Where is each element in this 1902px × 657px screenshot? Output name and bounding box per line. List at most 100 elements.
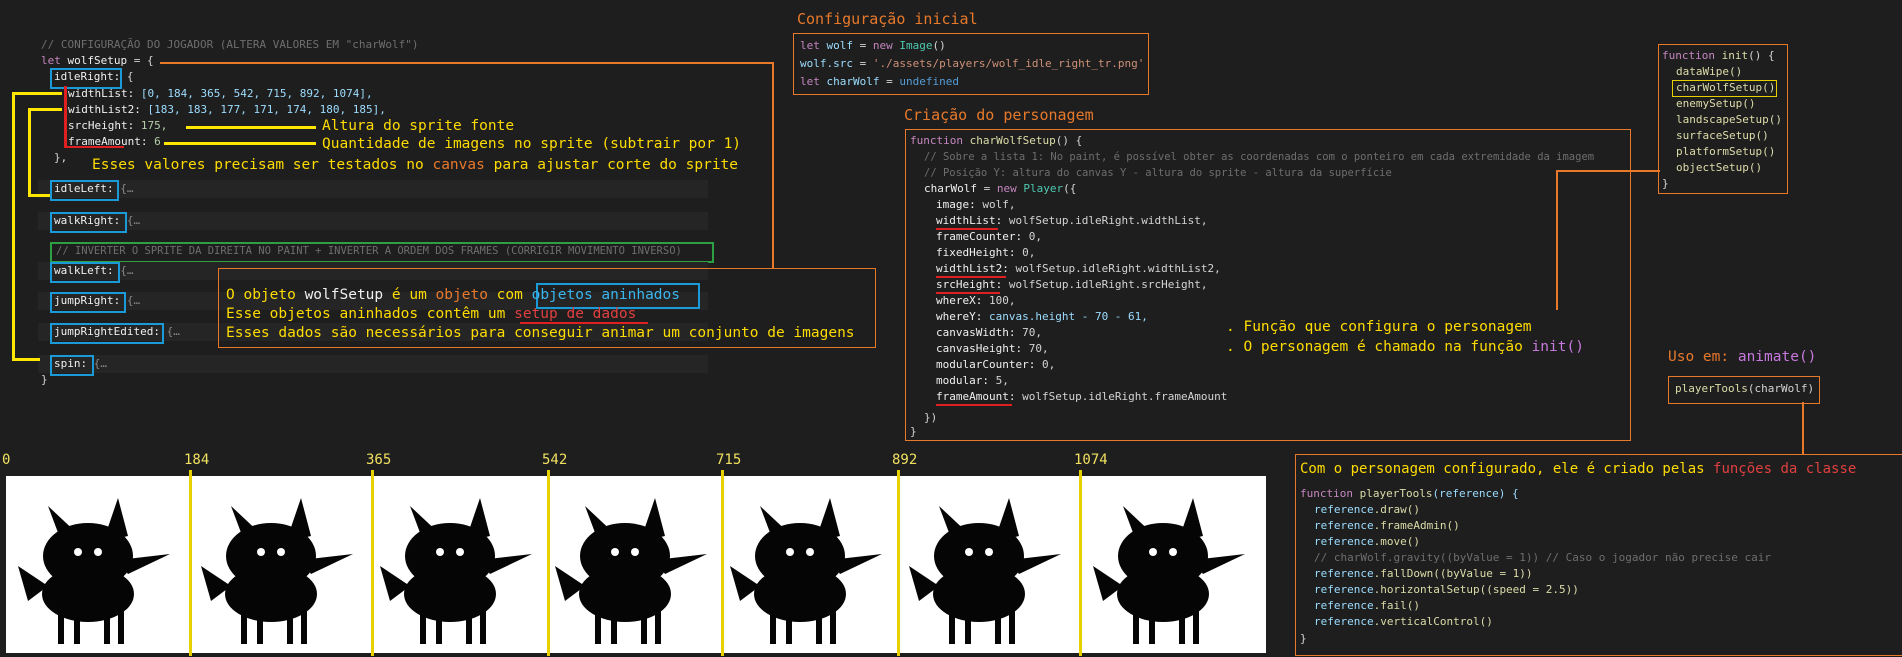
srcheight-note: Altura do sprite fonte	[322, 118, 515, 134]
init-call-item: objectSetup()	[1676, 161, 1763, 174]
init-connector-vertical	[1556, 170, 1558, 310]
sprite-frame-separator	[189, 470, 192, 656]
spin-line: spin: {…	[54, 357, 107, 370]
yellow-bracket-top	[12, 92, 62, 95]
widthlist-red-underline	[936, 228, 998, 230]
init-call-item: dataWipe()	[1676, 65, 1743, 78]
idleright-red-bracket	[64, 86, 67, 148]
player-prop-line: whereY: canvas.height - 70 - 61,	[936, 310, 1148, 323]
idleright-line: idleRight: {	[54, 70, 134, 83]
walkright-fold-toggle[interactable]: {…	[120, 214, 140, 227]
player-prop-line: widthList: wolfSetup.idleRight.widthList…	[936, 214, 1208, 227]
walkleft-fold-toggle[interactable]: {…	[114, 264, 133, 277]
player-prop-line: modular: 5,	[936, 374, 1009, 387]
widthlist-line: widthList: [0, 184, 365, 542, 715, 892, …	[68, 87, 373, 100]
test-values-note: Esses valores precisam ser testados no c…	[92, 157, 739, 173]
player-prop-line: fixedHeight: 0,	[936, 246, 1036, 259]
init-close: }	[1662, 177, 1669, 190]
player-prop-line: widthList2: wolfSetup.idleRight.widthLis…	[936, 262, 1221, 275]
init-call-note: . O personagem é chamado na função init(…	[1226, 339, 1584, 355]
frameamount-arrow	[164, 142, 316, 145]
player-prop-line: whereX: 100,	[936, 294, 1016, 307]
init-connector-horizontal	[1556, 170, 1660, 172]
jumprightedited-line: jumpRightEdited: {…	[54, 325, 180, 338]
sprite-tick-label: 542	[542, 452, 568, 468]
playertools-line: reference.fail()	[1314, 599, 1420, 612]
sprite-frame	[898, 476, 1080, 653]
init-call-item: enemySetup()	[1676, 97, 1756, 110]
playertools-line: reference.draw()	[1314, 503, 1420, 516]
jumpright-fold-toggle[interactable]: {…	[120, 294, 140, 307]
srcheight-red-underline	[936, 292, 1000, 294]
player-prop-line: frameCounter: 0,	[936, 230, 1042, 243]
wolf-silhouette-icon	[201, 498, 353, 644]
charwolfsetup-signature: function charWolfSetup() {	[910, 134, 1083, 147]
yellow-inner-top	[28, 108, 62, 111]
init-call-item: surfaceSetup()	[1676, 129, 1769, 142]
idleleft-row-band	[38, 180, 708, 198]
playertools-line: reference.frameAdmin()	[1314, 519, 1460, 532]
wolfsetup-declaration: let wolfSetup = {	[41, 54, 154, 67]
charwolf-line: let charWolf = undefined	[800, 75, 959, 88]
frameamount-red-underline-2	[936, 404, 1012, 406]
config-comment: // CONFIGURAÇÃO DO JOGADOR (ALTERA VALOR…	[41, 38, 419, 51]
wolf-silhouette-icon	[1093, 498, 1245, 644]
sprite-frame	[548, 476, 722, 653]
connector-vertical	[772, 62, 774, 268]
sprite-tick-label: 715	[716, 452, 742, 468]
object-line-2: Esse objetos aninhados contêm um setup d…	[226, 306, 637, 322]
init-call-item: platformSetup()	[1676, 145, 1776, 158]
spin-fold-toggle[interactable]: {…	[87, 357, 107, 370]
sprite-tick-label: 0	[2, 452, 11, 468]
playertools-call: playerTools(charWolf)	[1675, 382, 1815, 395]
frameamount-red-underline	[64, 146, 124, 148]
wolf-silhouette-icon	[555, 498, 707, 644]
invert-comment: // INVERTER O SPRITE DA DIREITA NO PAINT…	[56, 245, 682, 257]
frameamount-note: Quantidade de imagens no sprite (subtrai…	[322, 136, 742, 152]
idleleft-fold-toggle[interactable]: {…	[114, 182, 133, 195]
wolf-silhouette-icon	[909, 498, 1061, 644]
walkright-line: walkRight: {…	[54, 214, 141, 227]
player-prop-line: canvasWidth: 70,	[936, 326, 1042, 339]
sprite-frame	[1080, 476, 1266, 653]
sprite-frame-separator	[547, 470, 550, 656]
widthlist2-red-underline	[936, 276, 1006, 278]
playertools-line: reference.verticalControl()	[1314, 615, 1493, 628]
class-functions-title: Com o personagem configurado, ele é cria…	[1300, 461, 1857, 477]
sprite-tick-label: 184	[184, 452, 210, 468]
player-instantiation: charWolf = new Player({	[924, 182, 1077, 195]
playertools-line: reference.fallDown((byValue = 1))	[1314, 567, 1533, 580]
yellow-inner-bottom	[28, 194, 50, 197]
init-call-item: landscapeSetup()	[1676, 113, 1782, 126]
object-line-3: Esses dados são necessários para consegu…	[226, 325, 855, 341]
sprite-frame	[6, 476, 190, 653]
idleleft-line: idleLeft: {…	[54, 182, 134, 195]
connector-horizontal	[160, 62, 772, 64]
widthlist2-line: widthList2: [183, 183, 177, 171, 174, 18…	[68, 103, 386, 116]
idleright-close: },	[54, 151, 68, 164]
player-prop-line: srcHeight: wolfSetup.idleRight.srcHeight…	[936, 278, 1208, 291]
sprite-frame-separator	[721, 470, 724, 656]
jumprightedited-fold-toggle[interactable]: {…	[160, 325, 180, 338]
jumpright-line: jumpRight: {…	[54, 294, 141, 307]
srcheight-line: srcHeight: 175,	[68, 119, 168, 132]
position-comment: // Posição Y: altura do canvas Y - altur…	[924, 167, 1392, 179]
spin-row-band	[38, 355, 708, 373]
sprite-tick-label: 892	[892, 452, 918, 468]
init-signature: function init() {	[1662, 49, 1775, 62]
playertools-line: reference.horizontalSetup((speed = 2.5))	[1314, 583, 1579, 596]
list-comment: // Sobre a lista 1: No paint, é possível…	[924, 151, 1595, 163]
wolf-src-line: wolf.src = './assets/players/wolf_idle_r…	[800, 57, 1145, 70]
wolf-silhouette-icon	[730, 498, 882, 644]
sprite-frame-separator	[897, 470, 900, 656]
wolf-image-line: let wolf = new Image()	[800, 39, 946, 52]
wolf-silhouette-icon	[380, 498, 532, 644]
playertools-line: // charWolf.gravity((byValue = 1)) // Ca…	[1314, 551, 1771, 564]
playertools-line: reference.move()	[1314, 535, 1420, 548]
sprite-frame-separator	[371, 470, 374, 656]
yellow-bracket-vertical	[12, 92, 15, 360]
yellow-bracket-bottom	[12, 358, 40, 361]
setup-function-note: . Função que configura o personagem	[1226, 319, 1532, 335]
usage-connector	[1802, 402, 1804, 454]
sprite-frame	[722, 476, 898, 653]
